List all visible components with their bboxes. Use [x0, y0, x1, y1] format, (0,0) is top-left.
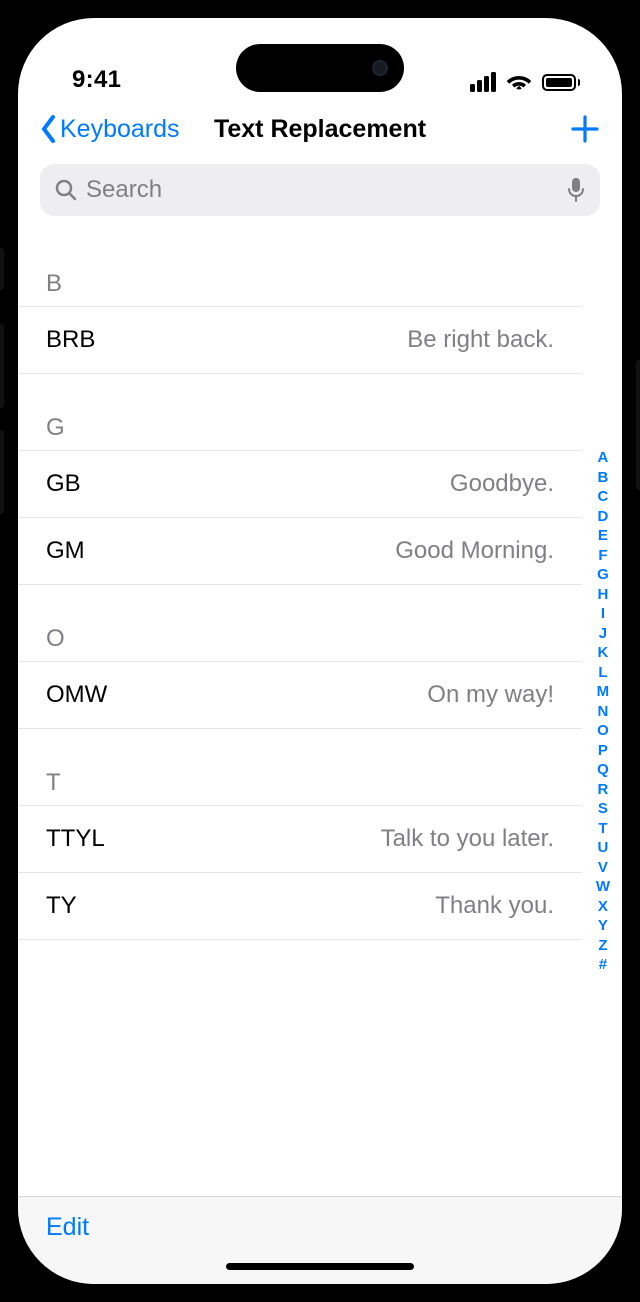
status-icons: [470, 72, 580, 94]
index-letter[interactable]: U: [597, 838, 608, 858]
index-letter[interactable]: W: [596, 877, 610, 897]
phrase-label: Thank you.: [435, 892, 554, 920]
index-letter[interactable]: S: [598, 799, 608, 819]
index-letter[interactable]: H: [597, 584, 608, 604]
dictation-icon[interactable]: [566, 177, 586, 203]
phrase-label: Good Morning.: [395, 537, 554, 565]
index-letter[interactable]: V: [598, 857, 608, 877]
index-letter[interactable]: Z: [598, 935, 607, 955]
index-letter[interactable]: R: [597, 779, 608, 799]
search-icon: [54, 178, 78, 202]
back-button[interactable]: Keyboards: [40, 114, 180, 144]
wifi-icon: [506, 72, 532, 92]
shortcut-label: GM: [46, 537, 85, 565]
index-letter[interactable]: Y: [598, 916, 608, 936]
plus-icon: [570, 114, 600, 144]
shortcut-label: BRB: [46, 326, 95, 354]
nav-bar: Keyboards Text Replacement: [18, 100, 622, 158]
home-indicator[interactable]: [226, 1263, 414, 1270]
index-letter[interactable]: M: [597, 682, 610, 702]
index-letter[interactable]: X: [598, 896, 608, 916]
phrase-label: On my way!: [427, 681, 554, 709]
phrase-label: Be right back.: [407, 326, 554, 354]
table-row[interactable]: TTYL Talk to you later.: [18, 806, 582, 873]
phrase-label: Talk to you later.: [381, 825, 554, 853]
edit-button[interactable]: Edit: [46, 1213, 89, 1242]
index-letter[interactable]: J: [599, 623, 607, 643]
search-placeholder: Search: [86, 176, 558, 204]
section-header: G: [18, 410, 582, 451]
section-header: O: [18, 621, 582, 662]
shortcut-label: TTYL: [46, 825, 105, 853]
index-letter[interactable]: N: [597, 701, 608, 721]
chevron-left-icon: [40, 114, 58, 144]
section-header: T: [18, 765, 582, 806]
index-letter[interactable]: B: [597, 467, 608, 487]
search-input[interactable]: Search: [40, 164, 600, 216]
index-letter[interactable]: L: [598, 662, 607, 682]
table-row[interactable]: BRB Be right back.: [18, 307, 582, 374]
search-container: Search: [18, 158, 622, 226]
index-letter[interactable]: I: [601, 604, 605, 624]
battery-icon: [542, 74, 581, 91]
table-row[interactable]: OMW On my way!: [18, 662, 582, 729]
index-letter[interactable]: F: [598, 545, 607, 565]
table-row[interactable]: GB Goodbye.: [18, 451, 582, 518]
cellular-signal-icon: [470, 72, 496, 92]
status-time: 9:41: [72, 66, 121, 94]
shortcut-label: OMW: [46, 681, 107, 709]
shortcut-label: TY: [46, 892, 77, 920]
index-letter[interactable]: Q: [597, 760, 609, 780]
table-row[interactable]: GM Good Morning.: [18, 518, 582, 585]
phrase-label: Goodbye.: [450, 470, 554, 498]
table-row[interactable]: TY Thank you.: [18, 873, 582, 940]
content-area: BBRBBe right back.GGBGoodbye.GMGood Morn…: [18, 226, 622, 1196]
section-header: B: [18, 266, 582, 307]
index-letter[interactable]: T: [598, 818, 607, 838]
replacement-list[interactable]: BBRBBe right back.GGBGoodbye.GMGood Morn…: [18, 226, 622, 1196]
index-letter[interactable]: C: [597, 487, 608, 507]
bottom-toolbar: Edit: [18, 1196, 622, 1284]
index-letter[interactable]: D: [597, 506, 608, 526]
index-letter[interactable]: A: [597, 448, 608, 468]
shortcut-label: GB: [46, 470, 81, 498]
index-letter[interactable]: O: [597, 721, 609, 741]
dynamic-island: [236, 44, 404, 92]
index-letter[interactable]: E: [598, 526, 608, 546]
index-letter[interactable]: P: [598, 740, 608, 760]
index-letter[interactable]: K: [597, 643, 608, 663]
index-letter[interactable]: #: [599, 955, 607, 975]
section-index[interactable]: ABCDEFGHIJKLMNOPQRSTUVWXYZ#: [596, 448, 610, 975]
index-letter[interactable]: G: [597, 565, 609, 585]
add-button[interactable]: [570, 114, 600, 144]
page-title: Text Replacement: [214, 115, 426, 144]
back-label: Keyboards: [60, 115, 180, 144]
